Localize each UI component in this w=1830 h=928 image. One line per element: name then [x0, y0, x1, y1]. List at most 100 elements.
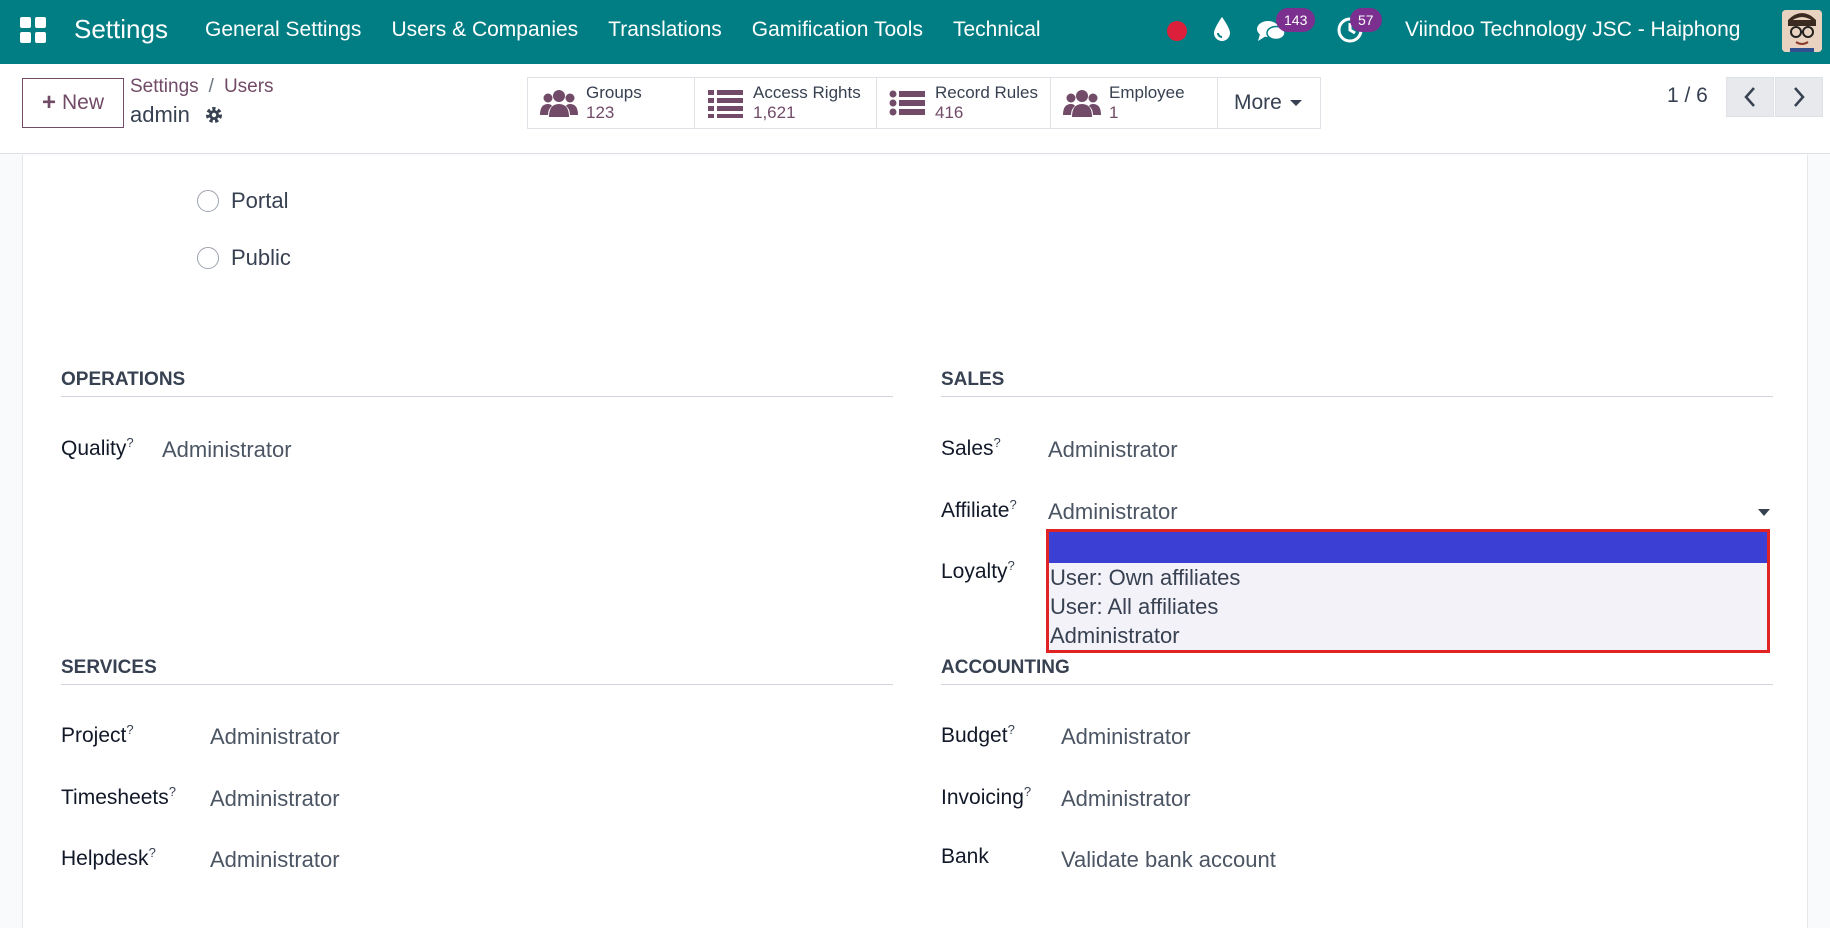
label-text: Bank — [941, 845, 989, 868]
menu-technical[interactable]: Technical — [953, 18, 1041, 42]
radio-option-public[interactable]: Public — [197, 245, 291, 271]
menu-users-companies[interactable]: Users & Companies — [391, 18, 578, 42]
apps-menu-icon[interactable] — [20, 17, 46, 43]
field-label-timesheets: Timesheets? — [61, 784, 176, 810]
section-divider — [941, 396, 1773, 397]
radio-button[interactable] — [197, 247, 219, 269]
label-text: Affiliate — [941, 499, 1010, 522]
field-label-budget: Budget? — [941, 722, 1015, 748]
groups-label: Groups — [586, 83, 642, 102]
new-button[interactable]: + New — [22, 78, 124, 128]
plus-icon: + — [41, 89, 56, 116]
affiliate-select[interactable]: Administrator — [1048, 499, 1178, 525]
breadcrumb: Settings / Users — [130, 76, 274, 98]
main-menu: General Settings Users & Companies Trans… — [205, 18, 1071, 42]
dropdown-option-own-affiliates[interactable]: User: Own affiliates — [1049, 563, 1767, 592]
record-title: admin — [130, 102, 224, 128]
users-icon — [540, 90, 578, 117]
users-icon — [1063, 90, 1101, 117]
radio-label-public: Public — [231, 245, 291, 270]
app-brand[interactable]: Settings — [74, 14, 168, 45]
record-rules-count: 416 — [935, 103, 964, 122]
label-text: Quality — [61, 437, 127, 460]
employee-count: 1 — [1109, 103, 1119, 122]
section-divider — [61, 684, 893, 685]
smart-button-groups[interactable]: Groups 123 — [528, 78, 695, 128]
chevron-right-icon — [1794, 87, 1805, 107]
menu-general-settings[interactable]: General Settings — [205, 18, 361, 42]
pager-value[interactable]: 1 / 6 — [1667, 84, 1708, 108]
label-text: Timesheets — [61, 786, 169, 809]
groups-count: 123 — [586, 103, 615, 122]
record-name: admin — [130, 102, 190, 127]
pager-next-button[interactable] — [1775, 77, 1823, 117]
pager-previous-button[interactable] — [1726, 77, 1774, 117]
drop-icon[interactable] — [1212, 16, 1232, 42]
access-rights-count: 1,621 — [753, 103, 796, 122]
dropdown-option-empty[interactable] — [1049, 532, 1767, 563]
field-value-sales[interactable]: Administrator — [1048, 437, 1178, 463]
help-tooltip[interactable]: ? — [1008, 558, 1015, 573]
company-switcher[interactable]: Viindoo Technology JSC - Haiphong — [1405, 18, 1740, 42]
field-label-affiliate: Affiliate? — [941, 497, 1017, 523]
avatar-face-icon — [1782, 10, 1822, 52]
more-button[interactable]: More — [1218, 78, 1320, 128]
section-title-accounting: ACCOUNTING — [941, 657, 1070, 678]
radio-option-portal[interactable]: Portal — [197, 188, 288, 214]
help-tooltip[interactable]: ? — [126, 722, 133, 737]
dropdown-option-administrator[interactable]: Administrator — [1049, 621, 1767, 650]
field-label-helpdesk: Helpdesk? — [61, 845, 156, 871]
user-avatar[interactable] — [1782, 10, 1822, 52]
control-panel: + New Settings / Users admin Groups 123 Acce… — [0, 64, 1830, 154]
help-tooltip[interactable]: ? — [1008, 722, 1015, 737]
select-caret-icon[interactable] — [1758, 509, 1770, 516]
record-rules-label: Record Rules — [935, 83, 1038, 102]
label-text: Loyalty — [941, 560, 1008, 583]
top-navbar: Settings General Settings Users & Compan… — [0, 0, 1830, 64]
caret-down-icon — [1289, 100, 1302, 106]
smart-button-employee[interactable]: Employee 1 — [1051, 78, 1218, 128]
field-value-timesheets[interactable]: Administrator — [210, 786, 340, 812]
field-label-bank: Bank — [941, 845, 989, 869]
help-tooltip[interactable]: ? — [1010, 497, 1017, 512]
field-label-project: Project? — [61, 722, 134, 748]
help-tooltip[interactable]: ? — [126, 435, 133, 450]
menu-translations[interactable]: Translations — [608, 18, 722, 42]
breadcrumb-settings[interactable]: Settings — [130, 76, 199, 97]
help-tooltip[interactable]: ? — [1024, 784, 1031, 799]
dropdown-option-all-affiliates[interactable]: User: All affiliates — [1049, 592, 1767, 621]
radio-button[interactable] — [197, 190, 219, 212]
activity-count-badge: 57 — [1350, 8, 1382, 32]
field-label-sales: Sales? — [941, 435, 1001, 461]
more-label: More — [1234, 91, 1282, 114]
affiliate-dropdown-list: User: Own affiliates User: All affiliate… — [1046, 529, 1770, 653]
access-rights-label: Access Rights — [753, 83, 861, 102]
section-divider — [61, 396, 893, 397]
list-icon — [889, 90, 925, 116]
gear-icon[interactable] — [204, 105, 224, 125]
label-text: Helpdesk — [61, 847, 149, 870]
recording-icon[interactable] — [1167, 21, 1187, 41]
field-value-helpdesk[interactable]: Administrator — [210, 847, 340, 873]
smart-button-record-rules[interactable]: Record Rules 416 — [877, 78, 1051, 128]
new-button-label: New — [62, 91, 105, 114]
radio-label-portal: Portal — [231, 188, 289, 213]
smart-button-access-rights[interactable]: Access Rights 1,621 — [695, 78, 877, 128]
employee-label: Employee — [1109, 83, 1185, 102]
field-value-quality[interactable]: Administrator — [162, 437, 292, 463]
label-text: Sales — [941, 437, 994, 460]
breadcrumb-users[interactable]: Users — [224, 76, 274, 97]
help-tooltip[interactable]: ? — [994, 435, 1001, 450]
field-value-invoicing[interactable]: Administrator — [1061, 786, 1191, 812]
menu-gamification-tools[interactable]: Gamification Tools — [752, 18, 923, 42]
field-label-loyalty: Loyalty? — [941, 558, 1015, 584]
help-tooltip[interactable]: ? — [169, 784, 176, 799]
section-title-services: SERVICES — [61, 657, 157, 678]
section-title-operations: OPERATIONS — [61, 369, 186, 390]
field-label-invoicing: Invoicing? — [941, 784, 1031, 810]
help-tooltip[interactable]: ? — [149, 845, 156, 860]
field-value-project[interactable]: Administrator — [210, 724, 340, 750]
field-value-budget[interactable]: Administrator — [1061, 724, 1191, 750]
chevron-left-icon — [1744, 87, 1755, 107]
field-value-bank[interactable]: Validate bank account — [1061, 847, 1276, 873]
